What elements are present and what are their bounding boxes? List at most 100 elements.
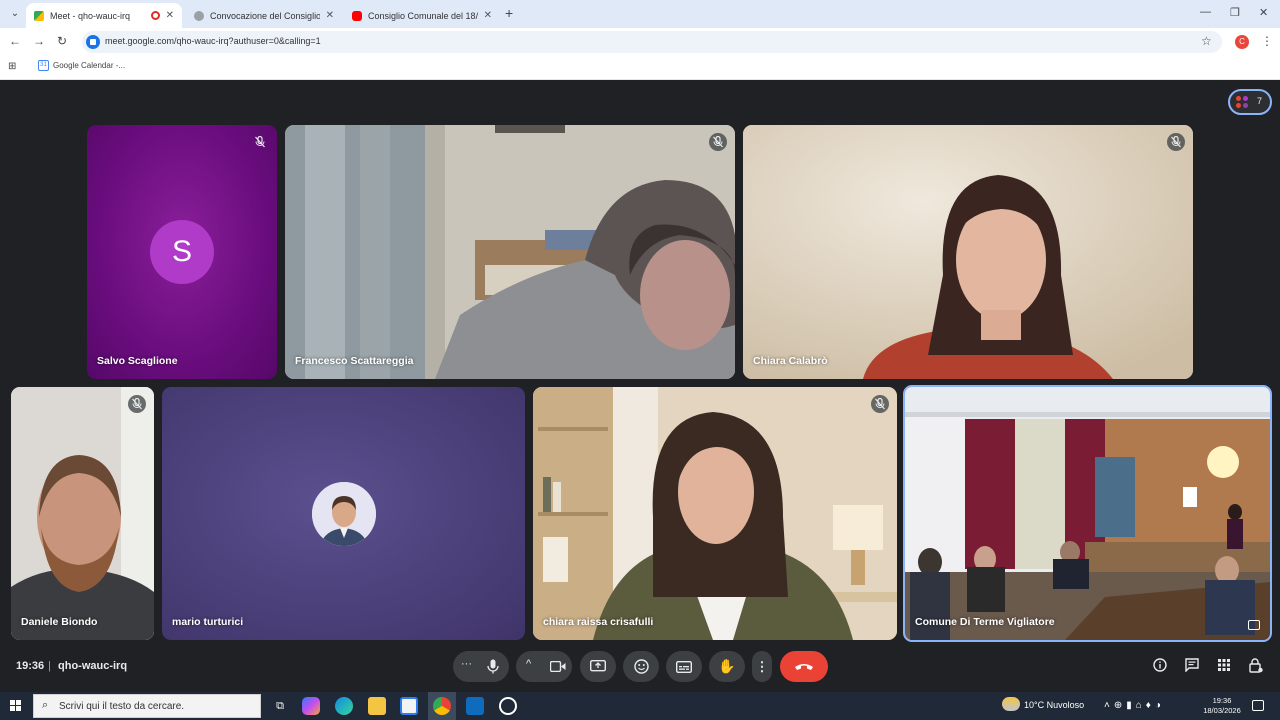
notifications-icon[interactable] bbox=[1252, 700, 1264, 711]
participant-tile[interactable]: Daniele Biondo bbox=[11, 387, 154, 640]
video-options-icon[interactable]: ^ bbox=[526, 658, 531, 670]
camera-feed bbox=[743, 125, 1193, 379]
captions-button[interactable] bbox=[666, 651, 702, 682]
emoji-icon bbox=[633, 659, 649, 674]
participant-tile[interactable]: Francesco Scattareggia bbox=[285, 125, 735, 379]
search-placeholder: Scrivi qui il testo da cercare. bbox=[59, 701, 185, 712]
present-screen-icon bbox=[590, 660, 606, 672]
close-tab-icon[interactable]: ✕ bbox=[326, 10, 334, 21]
taskbar-clock[interactable]: 19:36 18/03/2026 bbox=[1200, 696, 1244, 716]
back-icon[interactable]: ← bbox=[9, 34, 21, 48]
system-tray-icons[interactable]: ˄⊕▮⌂♦◑ bbox=[1104, 700, 1165, 711]
taskbar-search-box[interactable]: ⌕ Scrivi qui il testo da cercare. bbox=[33, 694, 261, 718]
camera-icon[interactable] bbox=[550, 661, 566, 672]
muted-mic-icon bbox=[1167, 133, 1185, 151]
clock-time: 19:36 bbox=[1212, 696, 1232, 705]
meet-stage: 7 S Salvo Scaglione Francesco Scattaregg… bbox=[0, 80, 1280, 692]
profile-avatar[interactable]: C bbox=[1235, 35, 1249, 49]
captions-icon bbox=[676, 660, 692, 673]
camera-feed bbox=[905, 387, 1270, 640]
close-tab-icon[interactable]: ✕ bbox=[484, 10, 492, 21]
microphone-icon[interactable] bbox=[487, 659, 499, 674]
edge-icon[interactable] bbox=[335, 697, 353, 715]
tab-title: Consiglio Comunale del 18/03/ bbox=[368, 10, 478, 21]
browser-toolbar: ← → ↻ meet.google.com/qho-wauc-irq?authu… bbox=[0, 28, 1280, 56]
audio-options-icon[interactable]: ··· bbox=[461, 658, 472, 670]
leave-call-button[interactable] bbox=[780, 651, 828, 682]
more-vert-icon: ⋮ bbox=[755, 658, 769, 674]
raise-hand-button[interactable]: ✋ bbox=[709, 651, 745, 682]
activities-icon[interactable] bbox=[1216, 658, 1232, 674]
tab-title: Convocazione del Consiglio Co bbox=[210, 10, 320, 21]
participants-chip[interactable]: 7 bbox=[1228, 89, 1272, 115]
participant-tile[interactable]: S Salvo Scaglione bbox=[87, 125, 277, 379]
reactions-button[interactable] bbox=[623, 651, 659, 682]
muted-mic-icon bbox=[128, 395, 146, 413]
reload-icon[interactable]: ↻ bbox=[57, 34, 67, 48]
store-icon[interactable] bbox=[400, 697, 418, 715]
bookmark-label: Google Calendar -... bbox=[53, 61, 126, 70]
participant-name: Francesco Scattareggia bbox=[295, 355, 414, 367]
bookmark-google-calendar[interactable]: 31 Google Calendar -... bbox=[38, 60, 125, 71]
recording-icon bbox=[150, 11, 160, 20]
tab-strip: ⌄ Meet - qho-wauc-irq ✕ Convocazione del… bbox=[0, 0, 1280, 28]
bookmarks-bar: ⊞ 31 Google Calendar -... bbox=[0, 56, 1280, 80]
pin-expand-icon[interactable] bbox=[1248, 620, 1260, 630]
separator: | bbox=[48, 660, 51, 672]
participant-tile[interactable]: mario turturici bbox=[162, 387, 525, 640]
new-tab-button[interactable]: + bbox=[505, 5, 513, 21]
weather-cloud-icon bbox=[1002, 697, 1020, 711]
obs-icon[interactable] bbox=[499, 697, 517, 715]
participant-name: Salvo Scaglione bbox=[97, 355, 178, 367]
forward-icon[interactable]: → bbox=[33, 34, 45, 48]
tab-consiglio-youtube[interactable]: Consiglio Comunale del 18/03/ ✕ bbox=[344, 3, 500, 28]
close-tab-icon[interactable]: ✕ bbox=[166, 10, 174, 21]
tab-search-button[interactable]: ⌄ bbox=[6, 5, 24, 23]
weather-text[interactable]: 10°C Nuvoloso bbox=[1024, 700, 1084, 710]
tab-convocazione[interactable]: Convocazione del Consiglio Co ✕ bbox=[186, 3, 342, 28]
tab-title: Meet - qho-wauc-irq bbox=[50, 10, 131, 21]
file-explorer-icon[interactable] bbox=[368, 697, 386, 715]
camera-feed bbox=[11, 387, 154, 640]
participant-name: chiara raissa crisafulli bbox=[543, 616, 654, 628]
host-controls-icon[interactable] bbox=[1248, 658, 1264, 674]
participant-name: mario turturici bbox=[172, 616, 244, 628]
calendar-icon: 31 bbox=[38, 60, 49, 71]
hand-icon: ✋ bbox=[718, 658, 736, 674]
present-screen-button[interactable] bbox=[580, 651, 616, 682]
address-bar[interactable]: meet.google.com/qho-wauc-irq?authuser=0&… bbox=[82, 31, 1222, 53]
browser-menu-icon[interactable]: ⋮ bbox=[1261, 34, 1273, 48]
task-view-icon[interactable]: ⧉ bbox=[271, 697, 289, 715]
bookmark-star-icon[interactable]: ☆ bbox=[1201, 34, 1212, 48]
participant-tile[interactable]: chiara raissa crisafulli bbox=[533, 387, 897, 640]
clock-date: 18/03/2026 bbox=[1203, 706, 1241, 715]
participant-name: Daniele Biondo bbox=[21, 616, 98, 628]
windows-start-icon[interactable] bbox=[10, 700, 22, 712]
participant-tile-pinned[interactable]: Comune Di Terme Vigliatore bbox=[903, 385, 1272, 642]
close-window-icon[interactable]: ✕ bbox=[1259, 6, 1268, 19]
minimize-icon[interactable]: — bbox=[1200, 6, 1211, 18]
copilot-icon[interactable] bbox=[302, 697, 320, 715]
youtube-favicon-icon bbox=[352, 10, 362, 21]
camera-control-group: ^ bbox=[516, 651, 572, 682]
avatar bbox=[312, 482, 376, 546]
search-icon: ⌕ bbox=[42, 699, 49, 711]
tab-meet[interactable]: Meet - qho-wauc-irq ✕ bbox=[26, 3, 182, 28]
participant-name: Comune Di Terme Vigliatore bbox=[915, 616, 1055, 628]
chrome-icon[interactable] bbox=[433, 697, 451, 715]
meet-favicon-icon bbox=[34, 10, 44, 21]
muted-mic-icon bbox=[251, 133, 269, 151]
muted-mic-icon bbox=[871, 395, 889, 413]
more-options-button[interactable]: ⋮ bbox=[752, 651, 772, 682]
meeting-details-icon[interactable] bbox=[1152, 658, 1168, 674]
outlook-icon[interactable] bbox=[466, 697, 484, 715]
mic-control-group: ··· bbox=[453, 651, 509, 682]
muted-mic-icon bbox=[709, 133, 727, 151]
camera-feed bbox=[533, 387, 897, 640]
restore-icon[interactable]: ❐ bbox=[1230, 6, 1240, 19]
chat-icon[interactable] bbox=[1184, 658, 1200, 674]
participant-tile[interactable]: Chiara Calabrò bbox=[743, 125, 1193, 379]
site-favicon-icon bbox=[194, 10, 204, 21]
apps-grid-icon[interactable]: ⊞ bbox=[8, 61, 16, 72]
site-info-icon[interactable] bbox=[86, 35, 100, 49]
